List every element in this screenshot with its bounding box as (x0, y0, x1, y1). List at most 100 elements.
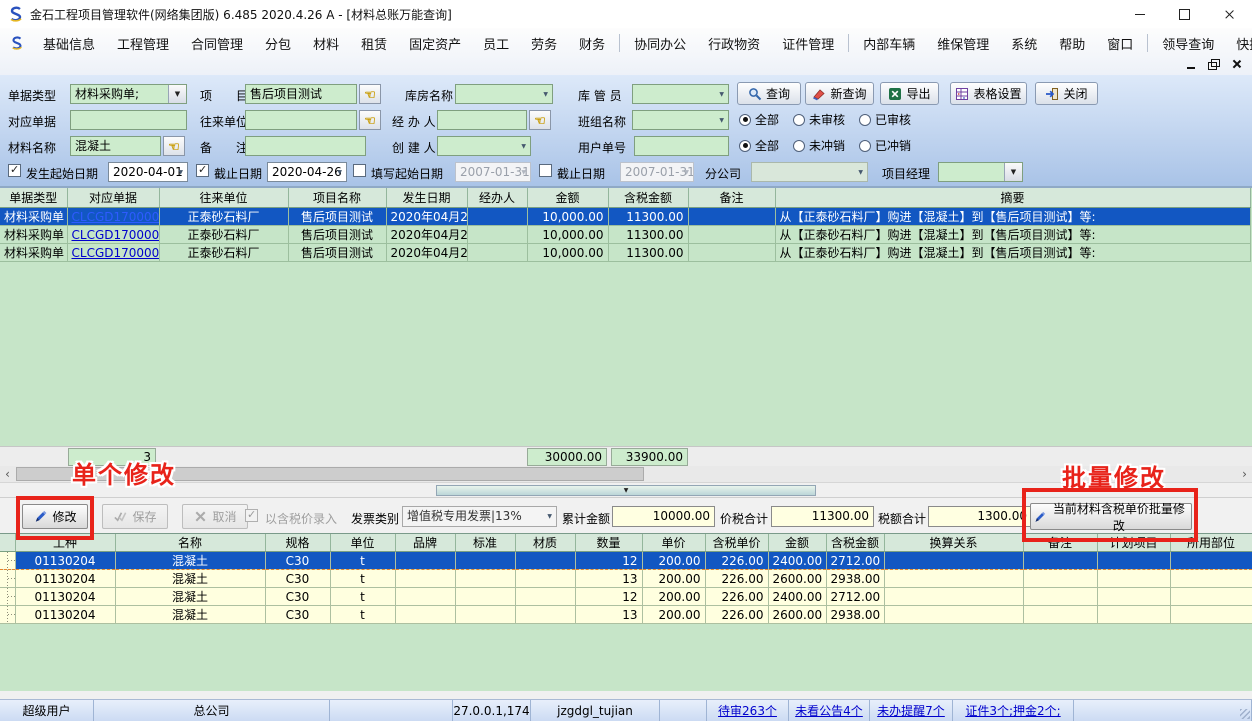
cell[interactable] (1023, 570, 1097, 588)
scroll-right-icon[interactable] (1237, 466, 1252, 482)
cell[interactable]: t (330, 552, 395, 570)
cell[interactable] (515, 588, 575, 606)
audit-option-3[interactable]: 已审核 (859, 111, 911, 128)
mdi-restore-button[interactable] (1208, 59, 1220, 70)
menu-item-15[interactable]: 维保管理 (926, 34, 1000, 53)
cell[interactable]: 混凝土 (115, 606, 265, 624)
menu-item-6[interactable]: 租赁 (350, 34, 398, 53)
cell[interactable] (1097, 606, 1170, 624)
cell[interactable] (455, 570, 515, 588)
tax-total-field[interactable]: 1300.00 (928, 506, 1032, 527)
maximize-button[interactable] (1162, 0, 1207, 28)
column-header-10[interactable]: 摘要 (775, 188, 1250, 208)
mdi-minimize-button[interactable] (1186, 59, 1198, 70)
material-picker-hand-icon[interactable] (163, 136, 185, 156)
menu-item-12[interactable]: 行政物资 (697, 34, 771, 53)
cell[interactable] (515, 570, 575, 588)
audit-radio-icon[interactable] (739, 114, 751, 126)
cell[interactable] (395, 606, 455, 624)
column-header-9[interactable]: 备注 (688, 188, 775, 208)
menu-item-20[interactable]: 快捷单据 (1225, 34, 1252, 53)
cell[interactable] (1170, 552, 1252, 570)
menu-item-19[interactable]: 领导查询 (1151, 34, 1225, 53)
project-input[interactable]: 售后项目测试 (245, 84, 357, 104)
column-header-7[interactable]: 材质 (515, 534, 575, 552)
column-header-13[interactable]: 换算关系 (884, 534, 1023, 552)
status-link[interactable]: 未办提醒7个 (877, 702, 945, 719)
grid-splitter[interactable] (0, 482, 1252, 497)
cell[interactable]: 售后项目测试 (288, 244, 386, 262)
cell[interactable]: t (330, 570, 395, 588)
row-tree-indicator[interactable] (0, 570, 15, 588)
cell[interactable] (455, 552, 515, 570)
cell[interactable]: 混凝土 (115, 570, 265, 588)
cell[interactable]: 200.00 (642, 552, 705, 570)
cell[interactable] (515, 552, 575, 570)
column-header-8[interactable]: 含税金额 (608, 188, 688, 208)
mdi-close-button[interactable] (1230, 59, 1242, 70)
bill-type-combo[interactable]: 材料采购单; (70, 84, 187, 104)
cell[interactable]: 200.00 (642, 606, 705, 624)
status-link[interactable]: 未看公告4个 (795, 702, 863, 719)
column-header-4[interactable]: 单位 (330, 534, 395, 552)
cell[interactable] (455, 588, 515, 606)
invoice-type-combo[interactable]: 增值税专用发票|13% (402, 506, 557, 527)
menu-item-13[interactable]: 证件管理 (771, 34, 845, 53)
cell[interactable]: 10,000.00 (527, 226, 608, 244)
query-button[interactable]: 查询 (737, 82, 801, 105)
grid-row[interactable]: 材料采购单CLCGD170000214正泰砂石料厂售后项目测试2020年04月2… (0, 226, 1250, 244)
cell[interactable] (884, 570, 1023, 588)
cell[interactable] (467, 226, 527, 244)
cell[interactable]: C30 (265, 570, 330, 588)
cell[interactable] (1097, 588, 1170, 606)
column-header-16[interactable]: 所用部位 (1170, 534, 1252, 552)
cell[interactable] (1097, 552, 1170, 570)
row-tree-indicator[interactable] (0, 588, 15, 606)
cell[interactable]: 200.00 (642, 588, 705, 606)
cell[interactable] (467, 244, 527, 262)
writeoff-radio-icon[interactable] (793, 140, 805, 152)
menu-item-8[interactable]: 员工 (472, 34, 520, 53)
cell[interactable] (1170, 588, 1252, 606)
menu-item-18[interactable]: 窗口 (1096, 34, 1144, 53)
grid-row[interactable]: 01130204混凝土C30t13200.00226.002600.002938… (0, 570, 1252, 588)
menu-item-14[interactable]: 内部车辆 (852, 34, 926, 53)
audit-radio-icon[interactable] (793, 114, 805, 126)
cell[interactable]: 01130204 (15, 570, 115, 588)
sum-amount-field[interactable]: 10000.00 (612, 506, 715, 527)
menu-item-1[interactable]: 基础信息 (32, 34, 106, 53)
audit-option-2[interactable]: 未审核 (793, 111, 845, 128)
audit-option-1[interactable]: 全部 (739, 111, 779, 128)
grid-row[interactable]: 01130204混凝土C30t12200.00226.002400.002712… (0, 588, 1252, 606)
cell[interactable] (467, 208, 527, 226)
cell[interactable]: 正泰砂石料厂 (159, 244, 288, 262)
cell[interactable]: 2938.00 (826, 570, 884, 588)
cell[interactable]: 226.00 (705, 552, 768, 570)
column-header-15[interactable]: 计划项目 (1097, 534, 1170, 552)
column-header-14[interactable]: 备注 (1023, 534, 1097, 552)
menu-item-16[interactable]: 系统 (1000, 34, 1048, 53)
cell[interactable] (1170, 606, 1252, 624)
menu-item-5[interactable]: 材料 (302, 34, 350, 53)
occur-start-date[interactable]: 2020-04-01 (108, 162, 188, 182)
table-settings-button[interactable]: 表格设置 (950, 82, 1027, 105)
row-tree-indicator[interactable] (0, 552, 15, 570)
cell[interactable] (515, 606, 575, 624)
cell[interactable] (688, 244, 775, 262)
fill-start-checkbox[interactable] (353, 164, 366, 177)
material-input[interactable]: 混凝土 (70, 136, 161, 156)
cell[interactable]: 01130204 (15, 552, 115, 570)
cell[interactable]: 2020年04月24日 (386, 208, 467, 226)
cell[interactable]: CLCGD170000214 (67, 226, 159, 244)
cell[interactable]: 混凝土 (115, 552, 265, 570)
cell[interactable] (395, 552, 455, 570)
total-with-tax-field[interactable]: 11300.00 (771, 506, 874, 527)
team-combo[interactable] (632, 110, 729, 130)
column-header-4[interactable]: 项目名称 (288, 188, 386, 208)
menu-item-9[interactable]: 劳务 (520, 34, 568, 53)
cell[interactable] (884, 606, 1023, 624)
status-link[interactable]: 待审263个 (718, 702, 777, 719)
cell[interactable]: 正泰砂石料厂 (159, 226, 288, 244)
cell[interactable] (1023, 552, 1097, 570)
cell[interactable] (1097, 570, 1170, 588)
